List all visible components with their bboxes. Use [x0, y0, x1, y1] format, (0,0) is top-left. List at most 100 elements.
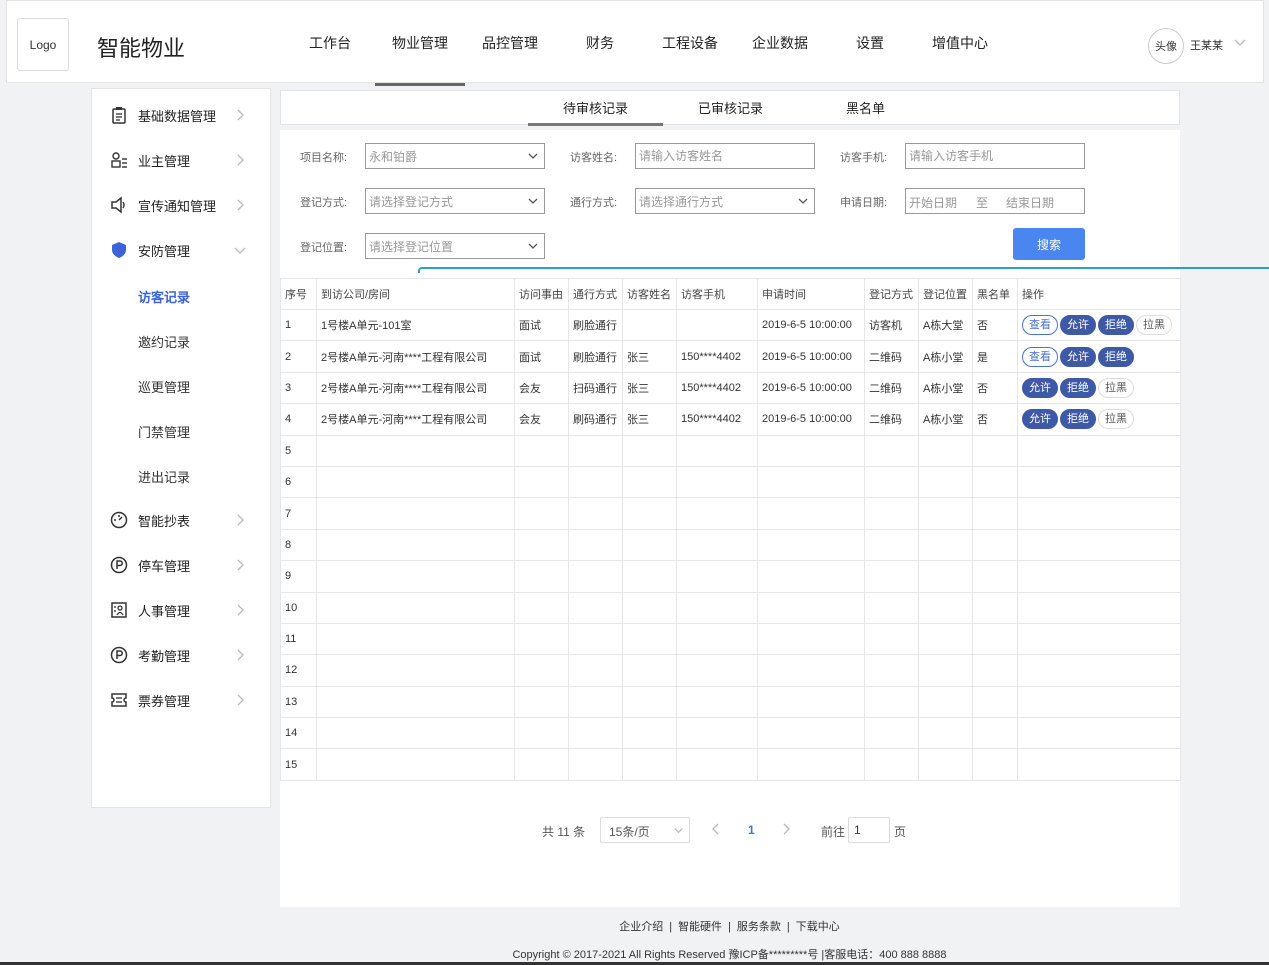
cell-company — [316, 497, 515, 530]
nav-workbench[interactable]: 工作台 — [285, 1, 375, 84]
cell-pass — [568, 560, 623, 593]
chevron-right-icon — [237, 154, 244, 166]
reject-button[interactable]: 拒绝 — [1060, 409, 1096, 430]
chevron-down-icon[interactable] — [1233, 35, 1247, 49]
sidebar-item-attendance[interactable]: 考勤管理 — [92, 637, 270, 673]
footer-link-about[interactable]: 企业介绍 — [619, 921, 663, 933]
cell-pass: 扫码通行 — [568, 371, 623, 405]
page-number[interactable]: 1 — [748, 823, 755, 837]
main-nav: 工作台 物业管理 品控管理 财务 工程设备 企业数据 设置 增值中心 — [285, 1, 1005, 86]
username[interactable]: 王某某 — [1190, 37, 1223, 53]
cell-reason — [514, 748, 569, 781]
sidebar-item-personnel[interactable]: 人事管理 — [92, 592, 270, 628]
blacklist-button[interactable]: 拉黑 — [1098, 377, 1134, 398]
tab-pending[interactable]: 待审核记录 — [528, 91, 663, 126]
blacklist-button[interactable]: 拉黑 — [1098, 409, 1134, 430]
cell-location — [918, 560, 973, 593]
visitor-name-field[interactable] — [635, 143, 815, 169]
end-date[interactable]: 结束日期 — [1006, 194, 1054, 211]
chevron-left-icon[interactable] — [710, 823, 722, 835]
sidebar-item-meter[interactable]: 智能抄表 — [92, 502, 270, 538]
nav-finance[interactable]: 财务 — [555, 1, 645, 84]
allow-button[interactable]: 允许 — [1060, 315, 1096, 336]
register-method-select[interactable]: 请选择登记方式 — [365, 188, 545, 214]
apply-date-label: 申请日期: — [840, 197, 888, 209]
reject-button[interactable]: 拒绝 — [1060, 377, 1096, 398]
allow-button[interactable]: 允许 — [1022, 377, 1058, 398]
cell-blacklist: 否 — [972, 403, 1018, 436]
cell-company — [316, 748, 515, 781]
sidebar-sub-entry-exit[interactable]: 进出记录 — [138, 467, 190, 486]
footer-link-terms[interactable]: 服务条款 — [737, 921, 781, 933]
cell-no: 1 — [280, 308, 317, 342]
top-header: Logo 智能物业 工作台 物业管理 品控管理 财务 工程设备 企业数据 设置 … — [6, 0, 1264, 86]
table-row: 11 — [280, 622, 1181, 656]
cell-location — [918, 654, 973, 687]
cell-method — [864, 465, 919, 499]
cell-pass — [568, 434, 623, 467]
sidebar-item-owner[interactable]: 业主管理 — [92, 142, 270, 178]
nav-property[interactable]: 物业管理 — [375, 1, 465, 86]
blacklist-button[interactable]: 拉黑 — [1136, 315, 1172, 336]
cell-company — [316, 685, 515, 719]
goto-input[interactable]: 1 — [848, 817, 890, 843]
visitor-phone-input[interactable] — [909, 149, 1084, 163]
visitor-name-input[interactable] — [639, 149, 814, 163]
footer-link-hardware[interactable]: 智能硬件 — [678, 921, 722, 933]
start-date[interactable]: 开始日期 — [909, 194, 957, 211]
sidebar-sub-access-control[interactable]: 门禁管理 — [138, 422, 190, 441]
register-location-select[interactable]: 请选择登记位置 — [365, 233, 545, 259]
table-header: 序号 到访公司/房间 访问事由 通行方式 访客姓名 访客手机 申请时间 登记方式… — [280, 278, 1181, 310]
cell-company — [316, 654, 515, 687]
chevron-down-icon — [528, 153, 538, 159]
logo[interactable]: Logo — [17, 18, 69, 71]
sidebar-item-security[interactable]: 安防管理 — [92, 232, 270, 268]
col-name: 访客姓名 — [622, 278, 677, 310]
view-button[interactable]: 查看 — [1022, 315, 1058, 336]
tab-reviewed[interactable]: 已审核记录 — [663, 91, 798, 124]
tab-blacklist[interactable]: 黑名单 — [798, 91, 933, 124]
view-button[interactable]: 查看 — [1022, 346, 1058, 367]
reject-button[interactable]: 拒绝 — [1098, 315, 1134, 336]
reject-button[interactable]: 拒绝 — [1098, 346, 1134, 367]
project-select[interactable]: 永和铂爵 — [365, 143, 545, 169]
table-row: 15 — [280, 748, 1181, 781]
cell-reason — [514, 685, 569, 719]
footer-link-download[interactable]: 下载中心 — [796, 921, 840, 933]
cell-name — [622, 308, 677, 342]
sidebar-item-ticket[interactable]: 票券管理 — [92, 682, 270, 718]
chevron-down-icon — [528, 243, 538, 249]
sidebar-sub-visitor-records[interactable]: 访客记录 — [138, 287, 190, 306]
search-button[interactable]: 搜索 — [1013, 228, 1085, 260]
apply-date-range[interactable]: 开始日期 至 结束日期 — [905, 188, 1085, 214]
chevron-right-icon[interactable] — [780, 823, 792, 835]
cell-method — [864, 497, 919, 530]
cell-location: A栋小堂 — [918, 340, 973, 373]
cell-reason: 会友 — [514, 403, 569, 436]
chevron-down-icon — [234, 247, 246, 254]
sidebar-sub-invitation-records[interactable]: 邀约记录 — [138, 332, 190, 351]
allow-button[interactable]: 允许 — [1022, 409, 1058, 430]
sidebar-item-notice[interactable]: 宣传通知管理 — [92, 187, 270, 223]
sidebar-item-basic-data[interactable]: 基础数据管理 — [92, 97, 270, 133]
pagination: 共 11 条 15条/页 1 前往 1 页 — [280, 817, 1180, 843]
brand-title: 智能物业 — [97, 36, 186, 61]
cell-name — [622, 591, 677, 624]
page-size-select[interactable]: 15条/页 — [600, 817, 690, 843]
register-method-label: 登记方式: — [300, 197, 348, 209]
nav-settings[interactable]: 设置 — [825, 1, 915, 84]
avatar[interactable]: 头像 — [1148, 28, 1184, 64]
main-panel: 项目名称: 永和铂爵 访客姓名: 访客手机: 登记方式: 请选择登记方式 通行方… — [280, 130, 1269, 907]
cell-phone — [676, 434, 758, 467]
cell-actions: 允许 拒绝 拉黑 — [1017, 371, 1181, 405]
nav-engineering[interactable]: 工程设备 — [645, 1, 735, 84]
chevron-right-icon — [237, 649, 244, 661]
nav-enterprise-data[interactable]: 企业数据 — [735, 1, 825, 84]
visitor-phone-field[interactable] — [905, 143, 1085, 169]
nav-quality[interactable]: 品控管理 — [465, 1, 555, 84]
pass-method-select[interactable]: 请选择通行方式 — [635, 188, 815, 214]
sidebar-item-parking[interactable]: 停车管理 — [92, 547, 270, 583]
allow-button[interactable]: 允许 — [1060, 346, 1096, 367]
sidebar-sub-patrol[interactable]: 巡更管理 — [138, 377, 190, 396]
nav-value-added[interactable]: 增值中心 — [915, 1, 1005, 84]
